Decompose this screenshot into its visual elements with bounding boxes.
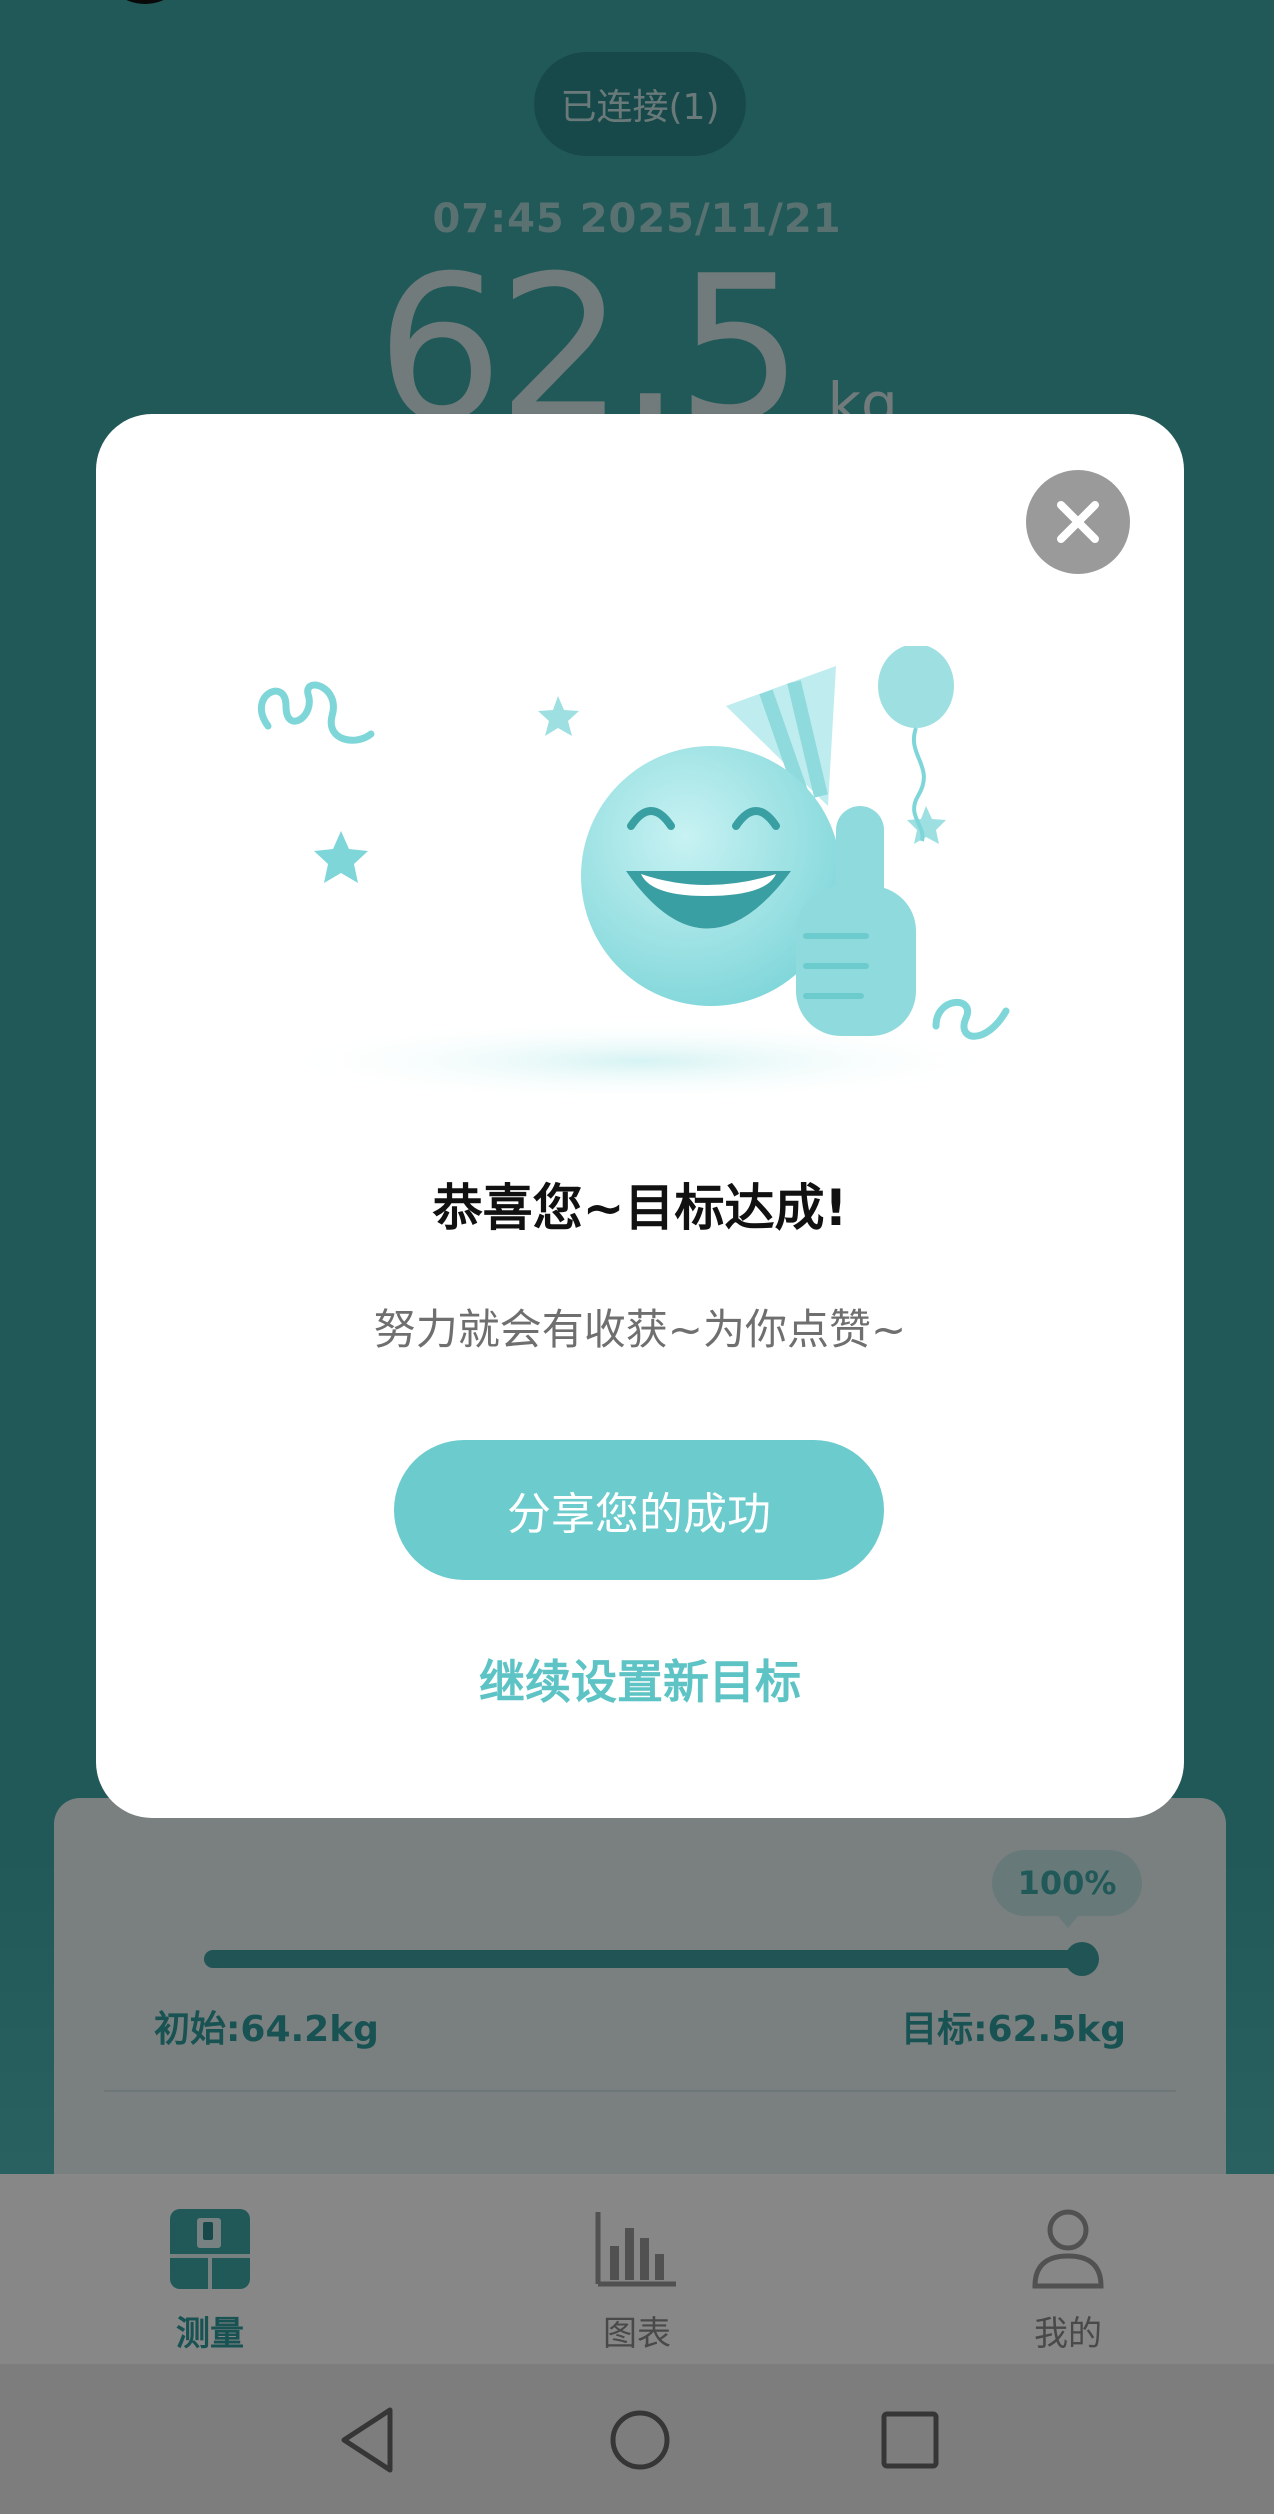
confetti-right-icon	[932, 999, 1010, 1040]
star-icon	[314, 831, 368, 883]
confetti-left-icon	[258, 681, 375, 744]
floor-shadow	[271, 1019, 1011, 1103]
set-new-goal-link[interactable]: 继续设置新目标	[96, 1646, 1184, 1712]
close-button[interactable]	[1026, 470, 1130, 574]
share-success-button[interactable]: 分享您的成功	[394, 1440, 884, 1580]
goal-achieved-dialog: 恭喜您~目标达成! 努力就会有收获~为你点赞~ 分享您的成功 继续设置新目标	[96, 414, 1184, 1818]
close-icon	[1057, 501, 1099, 543]
dialog-subtitle: 努力就会有收获~为你点赞~	[373, 1305, 907, 1354]
balloon-icon	[878, 646, 954, 728]
star-icon	[538, 696, 579, 736]
celebration-illustration	[258, 646, 1011, 1103]
dialog-title: 恭喜您~目标达成!	[432, 1179, 848, 1237]
